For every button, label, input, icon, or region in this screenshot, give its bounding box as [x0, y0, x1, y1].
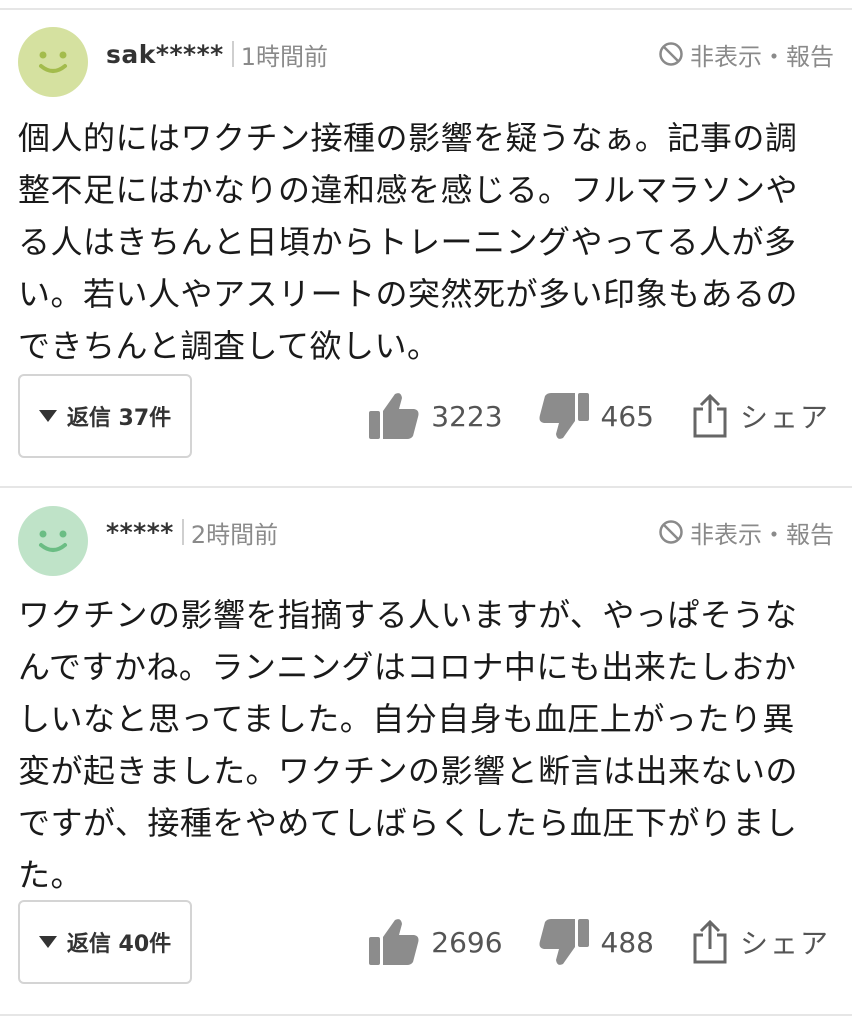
thumbs-down-icon: [539, 919, 589, 965]
hide-report-link[interactable]: 非表示・報告: [658, 34, 834, 74]
dislike-button[interactable]: 465: [537, 391, 654, 441]
comment-text: 個人的にはワクチン接種の影響を疑うなぁ。記事の調 整不足にはかなりの違和感を感じ…: [18, 119, 799, 365]
like-count: 3223: [431, 399, 503, 433]
prohibited-icon: [659, 520, 683, 544]
prohibited-icon: [659, 42, 683, 66]
comment-meta: ***** 2時間前: [106, 512, 278, 552]
dislike-count: 465: [600, 399, 654, 433]
hide-report-label: 非表示・報告: [690, 520, 834, 549]
meta-separator: [181, 519, 184, 545]
username[interactable]: sak*****: [106, 40, 224, 69]
comment-text: ワクチンの影響を指摘する人いますが、やっぱそうな んですかね。ランニングはコロナ…: [18, 596, 799, 894]
share-label: シェア: [739, 927, 830, 960]
like-button[interactable]: 3223: [367, 391, 503, 441]
bottom-divider: [0, 1014, 852, 1016]
comment-actions: 3223 465 シェア: [367, 374, 830, 458]
replies-button[interactable]: 返信 37件: [18, 374, 192, 458]
comment-actions: 2696 488 シェア: [367, 900, 830, 984]
like-button[interactable]: 2696: [367, 917, 503, 967]
like-count: 2696: [431, 925, 503, 959]
comment-meta: sak***** 1時間前: [106, 34, 328, 74]
thumbs-up-icon: [369, 919, 419, 965]
share-button[interactable]: シェア: [690, 919, 830, 965]
share-label: シェア: [739, 401, 830, 434]
avatar[interactable]: [18, 27, 88, 97]
hide-report-link[interactable]: 非表示・報告: [658, 512, 834, 552]
timestamp: 1時間前: [240, 42, 329, 71]
triangle-down-icon: [38, 410, 57, 422]
triangle-down-icon: [38, 936, 57, 948]
hide-report-label: 非表示・報告: [690, 42, 834, 71]
meta-separator: [231, 41, 234, 67]
replies-label: 返信 37件: [66, 406, 172, 431]
smiley-face-icon: [39, 51, 67, 73]
share-button[interactable]: シェア: [690, 393, 830, 439]
timestamp: 2時間前: [190, 520, 279, 549]
share-icon: [693, 393, 727, 438]
thumbs-down-icon: [539, 393, 589, 439]
thumbs-up-icon: [369, 393, 419, 439]
dislike-count: 488: [600, 925, 654, 959]
smiley-face-icon: [39, 530, 67, 552]
comment-divider: [0, 486, 852, 488]
replies-button[interactable]: 返信 40件: [18, 900, 192, 984]
username[interactable]: *****: [106, 518, 174, 547]
replies-label: 返信 40件: [66, 932, 172, 957]
avatar[interactable]: [18, 506, 88, 576]
dislike-button[interactable]: 488: [537, 917, 654, 967]
share-icon: [693, 919, 727, 964]
top-divider: [0, 8, 852, 10]
